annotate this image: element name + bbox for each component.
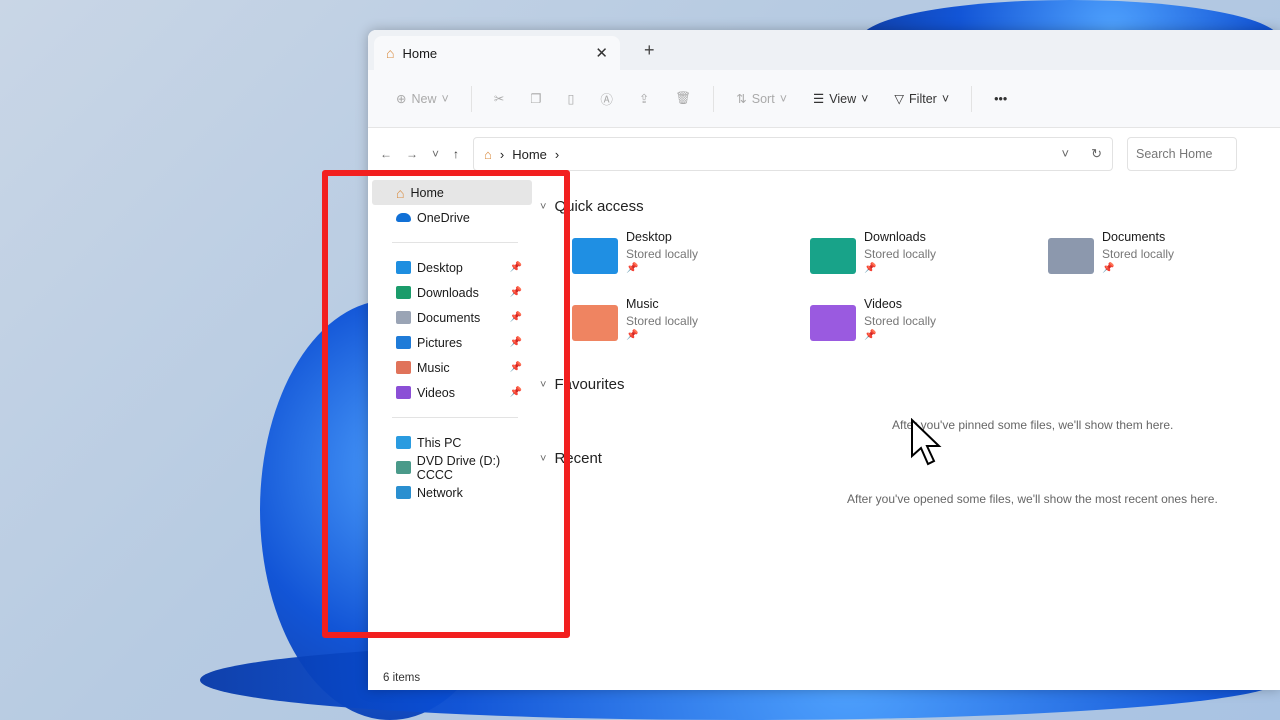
- sort-label: Sort: [751, 91, 775, 106]
- folder-name: Videos: [864, 297, 902, 311]
- up-icon[interactable]: ↑: [453, 147, 459, 161]
- share-button[interactable]: ⇪: [629, 87, 659, 110]
- folder-location: Stored locally: [626, 247, 699, 261]
- pin-icon: 📌: [864, 330, 877, 341]
- new-button[interactable]: ⊕ New ˅: [386, 87, 459, 110]
- mouse-cursor-icon: [911, 418, 942, 466]
- rename-icon: Ⓐ: [600, 93, 613, 107]
- folder-location: Stored locally: [1102, 247, 1175, 261]
- folder-location: Stored locally: [864, 247, 937, 261]
- command-bar: ⊕ New ˅ ✂ ❐ ▯ Ⓐ ⇪ 🗑 ⇅ Sort ˅ ☰ View ˅ ▽ Filt…: [368, 70, 1280, 128]
- pin-icon: 📌: [626, 330, 639, 341]
- new-label: New: [411, 91, 437, 106]
- clipboard-icon: ▯: [567, 92, 575, 106]
- pin-icon: 📌: [864, 263, 877, 274]
- back-icon[interactable]: ←: [380, 147, 392, 161]
- tab-bar: ⌂ Home ✕ +: [368, 30, 1280, 70]
- folder-location: Stored locally: [626, 314, 699, 328]
- recent-empty-text: After you've opened some files, we'll sh…: [847, 492, 1218, 506]
- more-button[interactable]: •••: [984, 88, 1017, 110]
- recent-chevron-icon[interactable]: ˅: [432, 147, 439, 161]
- folder-card-documents[interactable]: Documents Stored locally 📌: [1048, 230, 1174, 274]
- divider: [713, 85, 715, 112]
- home-icon: ⌂: [484, 146, 492, 162]
- music-folder-icon: [572, 305, 618, 341]
- copy-icon: ❐: [530, 92, 542, 106]
- folder-card-videos[interactable]: Videos Stored locally 📌: [810, 297, 936, 341]
- share-icon: ⇪: [638, 92, 650, 106]
- refresh-icon[interactable]: ↻: [1091, 146, 1102, 162]
- forward-icon[interactable]: →: [406, 147, 418, 161]
- filter-label: Filter: [909, 91, 937, 106]
- folder-card-downloads[interactable]: Downloads Stored locally 📌: [810, 230, 936, 274]
- divider: [470, 85, 472, 112]
- highlight-annotation-box: [322, 170, 570, 638]
- tab-title: Home: [402, 45, 438, 61]
- rename-button[interactable]: Ⓐ: [590, 85, 623, 112]
- folder-name: Documents: [1102, 230, 1166, 244]
- tab-home[interactable]: ⌂ Home ✕: [374, 36, 620, 70]
- folder-name: Music: [626, 297, 659, 311]
- scissors-icon: ✂: [493, 92, 505, 106]
- breadcrumb-home[interactable]: Home: [512, 147, 547, 162]
- trash-icon: 🗑: [675, 91, 692, 105]
- plus-circle-icon: ⊕: [396, 92, 407, 106]
- chevron-down-icon[interactable]: ˅: [1062, 146, 1070, 162]
- status-bar-item-count: 6 items: [383, 672, 421, 684]
- paste-button[interactable]: ▯: [558, 87, 585, 110]
- new-tab-button[interactable]: +: [644, 40, 655, 61]
- address-bar[interactable]: ⌂ › Home › ˅ ↻: [473, 137, 1114, 171]
- copy-button[interactable]: ❐: [520, 87, 551, 110]
- pin-icon: 📌: [626, 263, 639, 274]
- search-input[interactable]: Search Home: [1127, 137, 1238, 171]
- folder-card-music[interactable]: Music Stored locally 📌: [572, 297, 698, 341]
- filter-icon: ▽: [894, 92, 905, 106]
- divider: [971, 85, 973, 112]
- folder-name: Downloads: [864, 230, 926, 244]
- folder-name: Desktop: [626, 230, 672, 244]
- filter-button[interactable]: ▽ Filter ˅: [884, 87, 959, 110]
- delete-button[interactable]: 🗑: [665, 87, 701, 110]
- videos-folder-icon: [810, 305, 856, 341]
- desktop-folder-icon: [572, 238, 618, 274]
- sort-button[interactable]: ⇅ Sort ˅: [726, 87, 797, 110]
- sort-icon: ⇅: [736, 92, 747, 106]
- view-icon: ☰: [813, 92, 825, 106]
- close-tab-icon[interactable]: ✕: [595, 44, 608, 62]
- view-label: View: [829, 91, 857, 106]
- cut-button[interactable]: ✂: [484, 87, 514, 110]
- documents-folder-icon: [1048, 238, 1094, 274]
- view-button[interactable]: ☰ View ˅: [803, 87, 878, 110]
- pin-icon: 📌: [1102, 263, 1115, 274]
- downloads-folder-icon: [810, 238, 856, 274]
- home-icon: ⌂: [386, 45, 395, 61]
- folder-card-desktop[interactable]: Desktop Stored locally 📌: [572, 230, 698, 274]
- folder-location: Stored locally: [864, 314, 937, 328]
